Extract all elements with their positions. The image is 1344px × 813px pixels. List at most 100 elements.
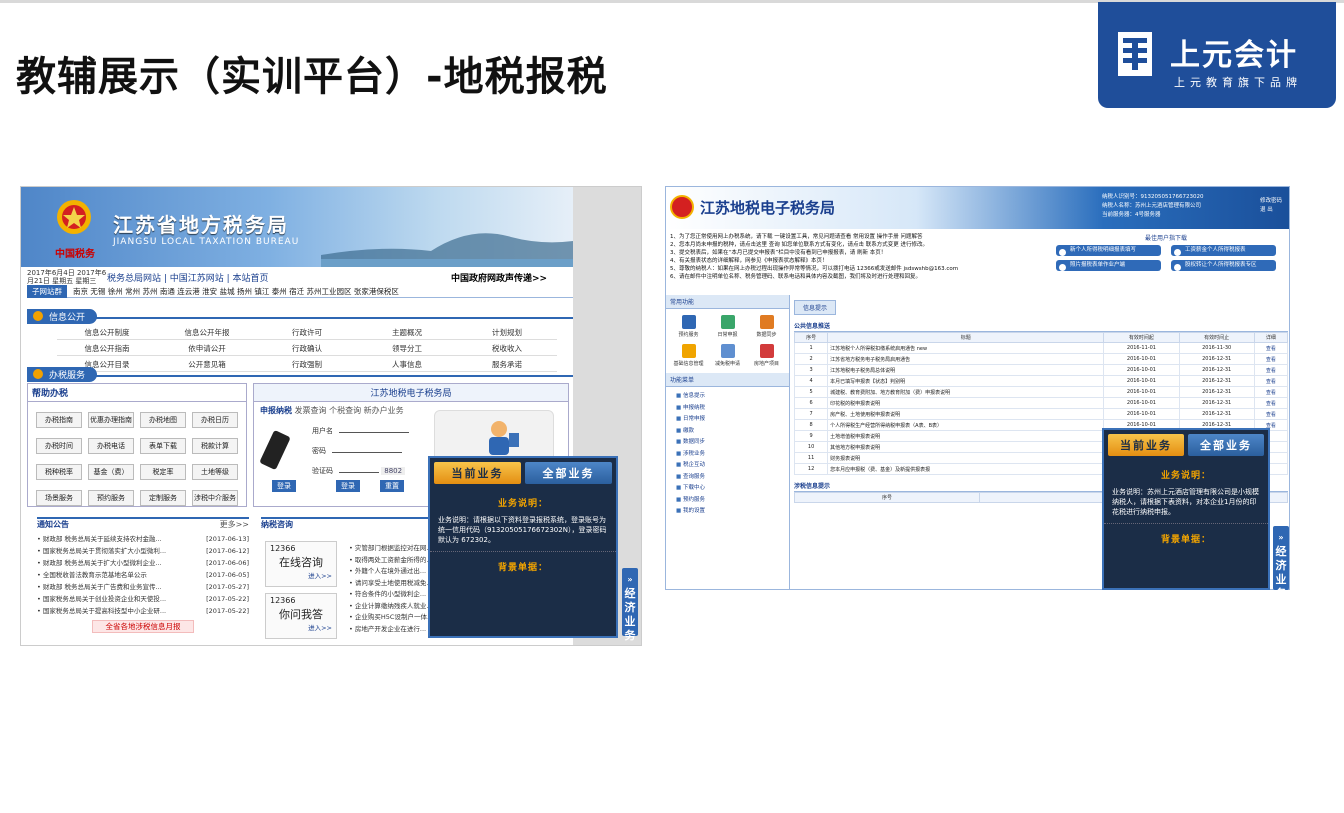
info-link[interactable]: 依申请公开 <box>157 343 257 356</box>
notice-text[interactable]: • 国家税务总局关于提高科技型中小企业研... <box>37 605 166 617</box>
login-tab[interactable]: 新办户业务 <box>364 406 404 415</box>
subnav-cities[interactable]: 南京 无锡 徐州 常州 苏州 南通 连云港 淮安 盐城 扬州 镇江 泰州 宿迁 … <box>73 287 399 296</box>
username-input-line[interactable] <box>339 432 409 433</box>
economic-business-tab[interactable]: » 经济业务 <box>1273 526 1289 600</box>
notice-text[interactable]: • 全国税收普法教育示范基地名单公示 <box>37 569 147 581</box>
help-button[interactable]: 办税日历 <box>192 412 238 428</box>
table-cell[interactable]: 查看 <box>1253 375 1289 387</box>
login-tab[interactable]: 申报纳税 <box>260 406 292 415</box>
help-button[interactable]: 税定率 <box>140 464 186 480</box>
tab-info-tips[interactable]: 信息提示 <box>794 300 837 315</box>
gov-link[interactable]: 中国政府网政声传递>> <box>451 271 547 284</box>
help-button[interactable]: 预约服务 <box>88 490 134 506</box>
table-cell[interactable]: 查看 <box>1253 386 1289 398</box>
info-link[interactable]: 信息公开指南 <box>57 343 157 356</box>
info-link[interactable]: 计划规划 <box>457 327 557 340</box>
help-button[interactable]: 场景服务 <box>36 490 82 506</box>
password-input-line[interactable] <box>332 452 402 453</box>
info-link[interactable]: 税收收入 <box>457 343 557 356</box>
help-button[interactable]: 优惠办理指南 <box>88 412 134 428</box>
help-button[interactable]: 土地等级 <box>192 464 238 480</box>
notice-text[interactable]: • 财政部 税务总局关于扩大小型微利企业... <box>37 557 162 569</box>
account-link[interactable]: 退 出 <box>1260 206 1282 215</box>
common-function-item[interactable]: 日常申报 <box>709 315 746 338</box>
menu-item[interactable]: 税企互动 <box>676 460 779 472</box>
help-button[interactable]: 办税地图 <box>140 412 186 428</box>
help-button[interactable]: 表单下载 <box>140 438 186 454</box>
account-link[interactable]: 修改密码 <box>1260 197 1282 206</box>
guide-button[interactable]: 照片报税表单作业户端 <box>1056 260 1161 271</box>
info-link[interactable]: 信息公开制度 <box>57 327 157 340</box>
enter-link[interactable]: 进入>> <box>270 622 332 632</box>
notice-text[interactable]: • 财政部 税务总局关于广告费和业务宣传... <box>37 581 162 593</box>
info-link[interactable]: 主题概况 <box>357 327 457 340</box>
info-link[interactable]: 领导分工 <box>357 343 457 356</box>
help-button[interactable]: 办税时间 <box>36 438 82 454</box>
menu-item[interactable]: 下载中心 <box>676 483 779 495</box>
info-link[interactable]: 行政确认 <box>257 343 357 356</box>
consult-item[interactable]: • 企业购买H5C设制户一体... <box>349 612 433 624</box>
common-function-item[interactable]: 数据同步 <box>748 315 785 338</box>
common-function-item[interactable]: 房地产项目 <box>748 344 785 367</box>
menu-item[interactable]: 信息提示 <box>676 391 779 403</box>
table-cell[interactable]: 查看 <box>1253 408 1289 420</box>
tab-all-business[interactable]: 全部业务 <box>525 462 612 484</box>
username-field[interactable]: 用户名 <box>312 426 409 436</box>
password-field[interactable]: 密码 <box>312 446 402 456</box>
captcha-field[interactable]: 验证码 8802 <box>312 466 406 476</box>
qa-box[interactable]: 12366 你问我答 进入>> <box>265 593 337 639</box>
consult-item[interactable]: • 企业计算缴纳残疾人就业... <box>349 601 433 613</box>
help-button[interactable]: 定制服务 <box>140 490 186 506</box>
menu-item[interactable]: 缴款 <box>676 426 779 438</box>
notice-text[interactable]: • 财政部 税务总局关于延续支持农村金融... <box>37 533 162 545</box>
common-function-item[interactable]: 基础信息管理 <box>670 344 707 367</box>
consult-item[interactable]: • 灾管部门根据监控对在网... <box>349 543 433 555</box>
help-button[interactable]: 基金（费） <box>88 464 134 480</box>
reset-button[interactable]: 重置 <box>380 480 404 492</box>
consult-item[interactable]: • 外籍个人在境外通过出... <box>349 566 433 578</box>
login-button[interactable]: 登录 <box>336 480 360 492</box>
monthly-report-button[interactable]: 全省各地涉税信息月报 <box>92 620 194 633</box>
menu-item[interactable]: 我的设置 <box>676 506 779 518</box>
notice-item[interactable]: • 财政部 税务总局关于广告费和业务宣传... [2017-05-27] <box>37 581 249 593</box>
guide-button[interactable]: 新个人所得税明细报表填写 <box>1056 245 1161 256</box>
login-tab[interactable]: 个税查询 <box>329 406 361 415</box>
info-link[interactable]: 信息公开年报 <box>157 327 257 340</box>
help-button[interactable]: 办税指南 <box>36 412 82 428</box>
menu-item[interactable]: 查询服务 <box>676 472 779 484</box>
login-tab[interactable]: 发票查询 <box>295 406 327 415</box>
table-cell[interactable]: 查看 <box>1253 353 1289 365</box>
notice-item[interactable]: • 国家税务总局关于提高科技型中小企业研... [2017-05-22] <box>37 605 249 617</box>
notice-text[interactable]: • 国家税务总局关于创业投资企业和天使投... <box>37 593 166 605</box>
tab-all-business[interactable]: 全部业务 <box>1188 434 1264 456</box>
menu-item[interactable]: 预约服务 <box>676 495 779 507</box>
menu-item[interactable]: 数据同步 <box>676 437 779 449</box>
common-function-item[interactable]: 预约服务 <box>670 315 707 338</box>
table-cell[interactable]: 查看 <box>1253 342 1289 354</box>
top-nav-links[interactable]: 税务总局网站 | 中国江苏网站 | 本站首页 <box>107 271 269 284</box>
notice-item[interactable]: • 国家税务总局关于创业投资企业和天使投... [2017-05-22] <box>37 593 249 605</box>
guide-button[interactable]: 股权转让个人所得税报表专区 <box>1171 260 1276 271</box>
common-function-item[interactable]: 减免税申请 <box>709 344 746 367</box>
cert-login-button[interactable]: 登录 <box>272 480 296 492</box>
table-cell[interactable]: 查看 <box>1253 397 1289 409</box>
captcha-image[interactable]: 8802 <box>381 467 406 475</box>
menu-item[interactable]: 涉税业务 <box>676 449 779 461</box>
tab-current-business[interactable]: 当前业务 <box>1108 434 1184 456</box>
notice-text[interactable]: • 国家税务总局关于贯彻落实扩大小型微利... <box>37 545 166 557</box>
consult-item[interactable]: • 符合条件的小型微利企... <box>349 589 433 601</box>
menu-item[interactable]: 日常申报 <box>676 414 779 426</box>
consult-item[interactable]: • 房地产开发企业在进行... <box>349 624 433 636</box>
info-link[interactable]: 行政许可 <box>257 327 357 340</box>
consult-item[interactable]: • 请问享受土地使用税减免... <box>349 578 433 590</box>
online-consult-box[interactable]: 12366 在线咨询 进入>> <box>265 541 337 587</box>
enter-link[interactable]: 进入>> <box>270 570 332 580</box>
captcha-input-line[interactable] <box>339 472 379 473</box>
notice-item[interactable]: • 全国税收普法教育示范基地名单公示 [2017-06-05] <box>37 569 249 581</box>
table-cell[interactable]: 查看 <box>1253 364 1289 376</box>
notice-item[interactable]: • 国家税务总局关于贯彻落实扩大小型微利... [2017-06-12] <box>37 545 249 557</box>
tab-current-business[interactable]: 当前业务 <box>434 462 521 484</box>
economic-business-tab[interactable]: » 经济业务 <box>622 568 638 642</box>
consult-item[interactable]: • 取得两处工资薪金所得的... <box>349 555 433 567</box>
help-button[interactable]: 办税电话 <box>88 438 134 454</box>
